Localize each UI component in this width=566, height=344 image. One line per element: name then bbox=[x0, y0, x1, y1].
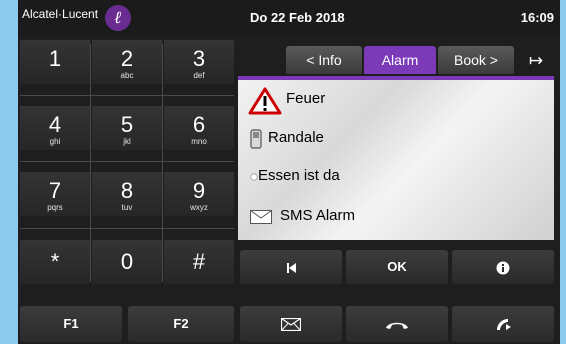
key-8[interactable]: 8 tuv bbox=[92, 172, 162, 216]
alarm-label: Feuer bbox=[286, 90, 326, 107]
key-2[interactable]: 2 abc bbox=[92, 40, 162, 84]
key-digit: 2 bbox=[120, 46, 134, 71]
skip-back-icon bbox=[287, 262, 296, 273]
redial-handset-icon bbox=[497, 318, 511, 330]
key-letters: def bbox=[193, 71, 205, 80]
key-digit: 9 bbox=[192, 178, 206, 203]
tab-bar: < Info Alarm Book > bbox=[238, 44, 560, 76]
key-1[interactable]: 1 bbox=[20, 40, 90, 84]
alarm-list: Feuer Randale Essen ist da SMS Alarm bbox=[238, 80, 554, 240]
tab-info[interactable]: < Info bbox=[286, 46, 362, 74]
bullet-dot-icon bbox=[250, 173, 258, 181]
tab-alarm[interactable]: Alarm bbox=[364, 46, 436, 74]
key-letters: abc bbox=[120, 71, 134, 80]
key-letters: ghi bbox=[49, 137, 61, 146]
key-digit: 0 bbox=[120, 249, 134, 274]
key-6[interactable]: 6 mno bbox=[164, 106, 234, 150]
list-item[interactable]: Randale bbox=[238, 120, 554, 158]
transfer-icon[interactable]: ↦ bbox=[521, 50, 551, 72]
key-digit: * bbox=[50, 249, 60, 274]
key-digit: 1 bbox=[48, 46, 62, 71]
key-letters: jkl bbox=[123, 137, 131, 146]
phone-handset-icon bbox=[250, 129, 262, 149]
keypad-divider bbox=[162, 44, 163, 282]
ok-button[interactable]: OK bbox=[346, 250, 448, 284]
key-letters: mno bbox=[191, 137, 207, 146]
key-digit: 7 bbox=[48, 178, 62, 203]
key-5[interactable]: 5 jkl bbox=[92, 106, 162, 150]
list-item[interactable]: Essen ist da bbox=[238, 158, 554, 196]
key-digit: # bbox=[192, 249, 206, 274]
f2-button[interactable]: F2 bbox=[128, 306, 234, 342]
key-digit: 6 bbox=[192, 112, 206, 137]
key-letters: tuv bbox=[121, 203, 133, 212]
message-button[interactable] bbox=[240, 306, 342, 342]
alarm-label: SMS Alarm bbox=[280, 207, 356, 224]
hangup-handset-icon bbox=[386, 322, 408, 329]
alarm-label: Randale bbox=[268, 129, 324, 146]
redial-button[interactable] bbox=[452, 306, 554, 342]
envelope-icon bbox=[250, 210, 272, 224]
key-digit: 3 bbox=[192, 46, 206, 71]
key-letters: wxyz bbox=[190, 203, 208, 212]
phone-screen: Alcatel·Lucent ℓ Do 22 Feb 2018 16:09 1 … bbox=[18, 0, 560, 344]
key-hash[interactable]: # bbox=[164, 240, 234, 284]
keypad-divider bbox=[90, 44, 91, 282]
dial-keypad: 1 2 abc 3 def 4 ghi 5 jkl 6 mno 7 pqrs 8 bbox=[18, 40, 238, 290]
keypad-divider bbox=[20, 95, 234, 96]
alarm-label: Essen ist da bbox=[258, 167, 340, 184]
key-9[interactable]: 9 wxyz bbox=[164, 172, 234, 216]
key-letters: pqrs bbox=[47, 203, 63, 212]
key-4[interactable]: 4 ghi bbox=[20, 106, 90, 150]
brand-name: Alcatel·Lucent bbox=[22, 7, 99, 21]
tab-book[interactable]: Book > bbox=[438, 46, 514, 74]
brand-logo-icon: ℓ bbox=[105, 5, 131, 31]
envelope-icon bbox=[280, 317, 302, 332]
list-item[interactable]: SMS Alarm bbox=[238, 198, 554, 236]
key-digit: 5 bbox=[120, 112, 134, 137]
hangup-button[interactable] bbox=[346, 306, 448, 342]
keypad-divider bbox=[20, 228, 234, 229]
key-digit: 8 bbox=[120, 178, 134, 203]
key-3[interactable]: 3 def bbox=[164, 40, 234, 84]
info-button[interactable] bbox=[452, 250, 554, 284]
warning-triangle-icon bbox=[248, 87, 282, 115]
status-bar: Alcatel·Lucent ℓ Do 22 Feb 2018 16:09 bbox=[18, 0, 560, 34]
key-star[interactable]: * bbox=[20, 240, 90, 284]
key-digit: 4 bbox=[48, 112, 62, 137]
keypad-divider bbox=[20, 161, 234, 162]
info-icon bbox=[496, 261, 510, 275]
date-display: Do 22 Feb 2018 bbox=[250, 10, 345, 25]
key-0[interactable]: 0 bbox=[92, 240, 162, 284]
time-display: 16:09 bbox=[520, 10, 554, 25]
f1-button[interactable]: F1 bbox=[20, 306, 122, 342]
list-item[interactable]: Feuer bbox=[238, 82, 554, 120]
previous-button[interactable] bbox=[240, 250, 342, 284]
key-7[interactable]: 7 pqrs bbox=[20, 172, 90, 216]
